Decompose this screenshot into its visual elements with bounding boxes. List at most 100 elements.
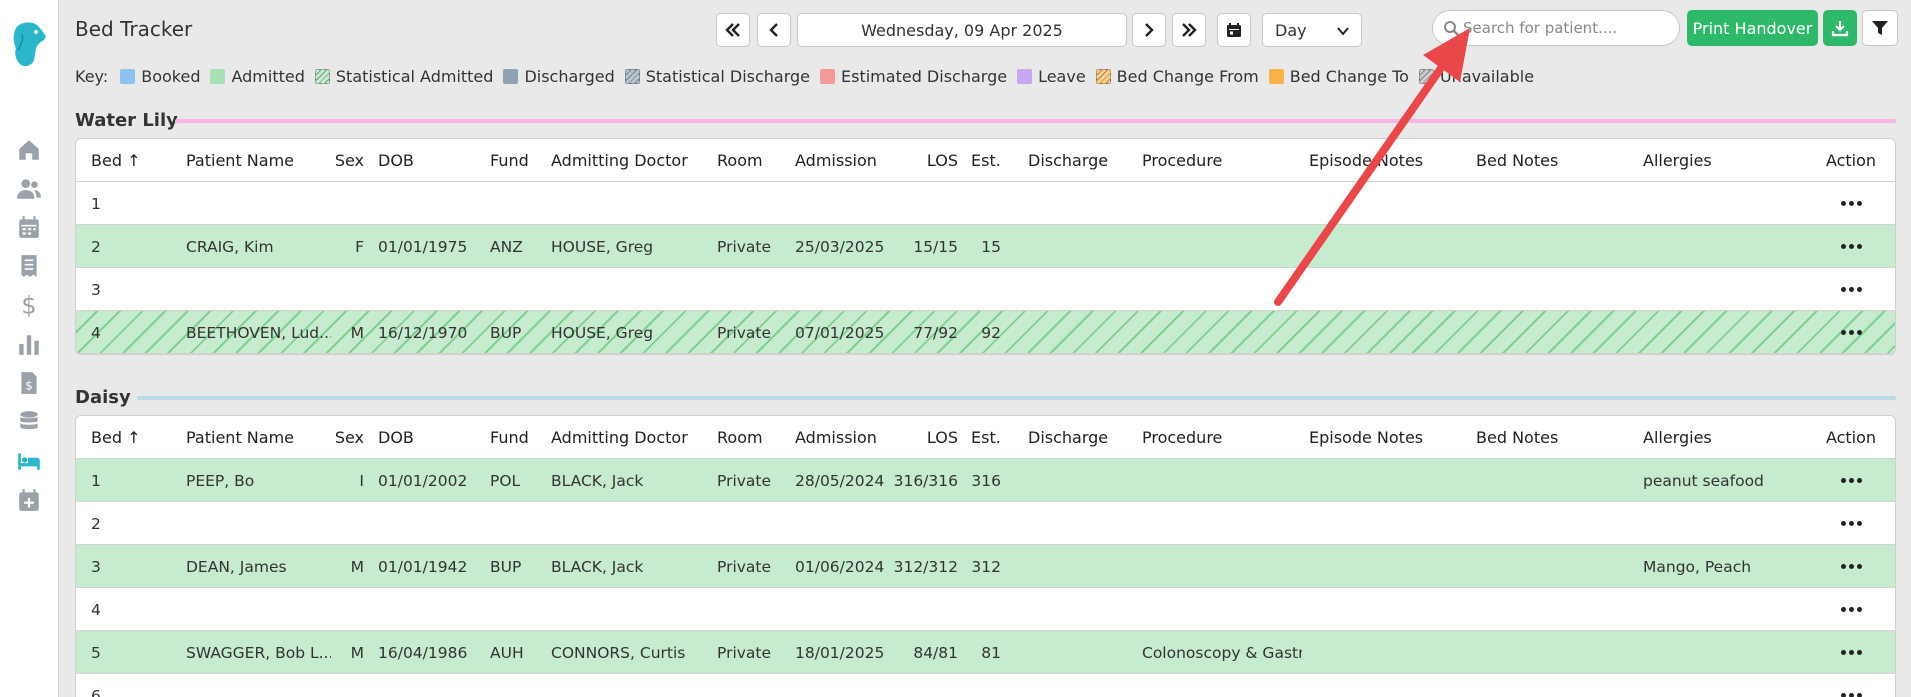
allergies: [1643, 674, 1803, 697]
col-sex-header[interactable]: Sex: [336, 139, 364, 182]
download-button[interactable]: [1823, 10, 1857, 46]
previous-day-button[interactable]: [757, 13, 791, 47]
table-row[interactable]: 3: [76, 268, 1895, 311]
episode-notes: [1309, 182, 1469, 225]
col-dob-header[interactable]: DOB: [378, 139, 478, 182]
dollar-icon[interactable]: $: [14, 290, 44, 320]
legend-item: Admitted: [210, 67, 305, 86]
date-picker-display[interactable]: Wednesday, 09 Apr 2025: [797, 13, 1127, 47]
col-patient-name-header[interactable]: Patient Name: [186, 416, 331, 459]
col-procedure-header[interactable]: Procedure: [1142, 139, 1302, 182]
dog-logo-icon[interactable]: [10, 20, 50, 70]
filter-button[interactable]: [1862, 10, 1898, 46]
col-est-header[interactable]: Est.: [971, 416, 1001, 459]
calendar-plus-icon[interactable]: [14, 485, 44, 515]
col-room-header[interactable]: Room: [717, 139, 787, 182]
table-row[interactable]: 4 BEETHOVEN, Lud... M 16/12/1970 BUP HOUSE, G…: [76, 311, 1895, 354]
legend-item: Discharged: [503, 67, 615, 86]
invoice-icon[interactable]: $: [14, 368, 44, 398]
patients-icon[interactable]: [14, 174, 44, 204]
row-actions-button[interactable]: [1821, 502, 1881, 545]
next-day-button[interactable]: [1132, 13, 1166, 47]
table-row[interactable]: 1: [76, 182, 1895, 225]
bed-number: 1: [91, 194, 101, 213]
table-row[interactable]: 1 PEEP, Bo I 01/01/2002 POL BLACK, Jack Privat…: [76, 459, 1895, 502]
col-allergies-header[interactable]: Allergies: [1643, 416, 1803, 459]
table-row[interactable]: 6: [76, 674, 1895, 697]
patient-name: [186, 268, 331, 311]
col-admitting-doctor-header[interactable]: Admitting Doctor: [551, 139, 711, 182]
col-action-header[interactable]: Action: [1821, 416, 1881, 459]
procedure: [1142, 459, 1302, 502]
col-bed-notes-header[interactable]: Bed Notes: [1476, 416, 1636, 459]
bed-notes: [1476, 502, 1636, 545]
col-action-header[interactable]: Action: [1821, 139, 1881, 182]
bar-chart-icon[interactable]: [14, 329, 44, 359]
page-title: Bed Tracker: [75, 17, 193, 41]
row-actions-button[interactable]: [1821, 459, 1881, 502]
col-discharge-header[interactable]: Discharge: [1028, 416, 1128, 459]
home-icon[interactable]: [14, 135, 44, 165]
row-actions-button[interactable]: [1821, 268, 1881, 311]
row-actions-button[interactable]: [1821, 182, 1881, 225]
jump-back-button[interactable]: [716, 13, 750, 47]
search-icon: [1444, 21, 1460, 37]
row-actions-button[interactable]: [1821, 225, 1881, 268]
table-row[interactable]: 3 DEAN, James M 01/01/1942 BUP BLACK, Jack Pri…: [76, 545, 1895, 588]
patient-search[interactable]: [1432, 10, 1680, 46]
col-procedure-header[interactable]: Procedure: [1142, 416, 1302, 459]
episode-notes: [1309, 225, 1469, 268]
col-patient-name-header[interactable]: Patient Name: [186, 139, 331, 182]
filter-icon: [1872, 21, 1888, 35]
room-type: Private: [717, 237, 772, 256]
col-admission-header[interactable]: Admission: [795, 416, 895, 459]
col-episode-notes-header[interactable]: Episode Notes: [1309, 139, 1469, 182]
col-allergies-header[interactable]: Allergies: [1643, 139, 1803, 182]
row-actions-button[interactable]: [1821, 588, 1881, 631]
col-bed-header[interactable]: Bed ↑: [91, 139, 161, 182]
calendar-icon[interactable]: [14, 212, 44, 242]
col-bed-notes-header[interactable]: Bed Notes: [1476, 139, 1636, 182]
legend-item: Bed Change To: [1268, 67, 1409, 86]
col-dob-header[interactable]: DOB: [378, 416, 478, 459]
legend-item: Leave: [1017, 67, 1086, 86]
admitting-doctor: [551, 502, 711, 545]
col-room-header[interactable]: Room: [717, 416, 787, 459]
row-actions-button[interactable]: [1821, 545, 1881, 588]
allergies: [1643, 268, 1803, 311]
col-fund-header[interactable]: Fund: [490, 139, 540, 182]
view-mode-select[interactable]: Day: [1262, 13, 1362, 47]
patient-dob: 16/04/1986: [378, 643, 468, 662]
procedure: [1142, 545, 1302, 588]
col-episode-notes-header[interactable]: Episode Notes: [1309, 416, 1469, 459]
table-row[interactable]: 2: [76, 502, 1895, 545]
print-handover-button[interactable]: Print Handover: [1687, 10, 1818, 46]
col-admitting-doctor-header[interactable]: Admitting Doctor: [551, 416, 711, 459]
row-actions-button[interactable]: [1821, 631, 1881, 674]
row-actions-button[interactable]: [1821, 311, 1881, 354]
table-row[interactable]: 2 CRAIG, Kim F 01/01/1975 ANZ HOUSE, Greg Priv…: [76, 225, 1895, 268]
row-actions-button[interactable]: [1821, 674, 1881, 697]
col-discharge-header[interactable]: Discharge: [1028, 139, 1128, 182]
bed-icon[interactable]: [14, 446, 44, 476]
table-row[interactable]: 5 SWAGGER, Bob L... M 16/04/1986 AUH CONNORS,…: [76, 631, 1895, 674]
col-fund-header[interactable]: Fund: [490, 416, 540, 459]
table-row[interactable]: 4: [76, 588, 1895, 631]
col-est-header[interactable]: Est.: [971, 139, 1001, 182]
allergies: [1643, 631, 1803, 674]
col-sex-header[interactable]: Sex: [336, 416, 364, 459]
patient-name: BEETHOVEN, Lud...: [186, 323, 331, 342]
col-admission-header[interactable]: Admission: [795, 139, 895, 182]
procedure: [1142, 225, 1302, 268]
jump-forward-button[interactable]: [1172, 13, 1206, 47]
database-icon[interactable]: [14, 407, 44, 437]
calendar-button[interactable]: [1217, 13, 1251, 47]
length-of-stay: [886, 674, 958, 697]
col-bed-header[interactable]: Bed ↑: [91, 416, 161, 459]
search-input[interactable]: [1463, 13, 1673, 43]
col-los-header[interactable]: LOS: [886, 416, 958, 459]
receipt-icon[interactable]: [14, 251, 44, 281]
col-los-header[interactable]: LOS: [886, 139, 958, 182]
legend-item: Bed Change From: [1095, 67, 1259, 86]
allergies: [1643, 225, 1803, 268]
